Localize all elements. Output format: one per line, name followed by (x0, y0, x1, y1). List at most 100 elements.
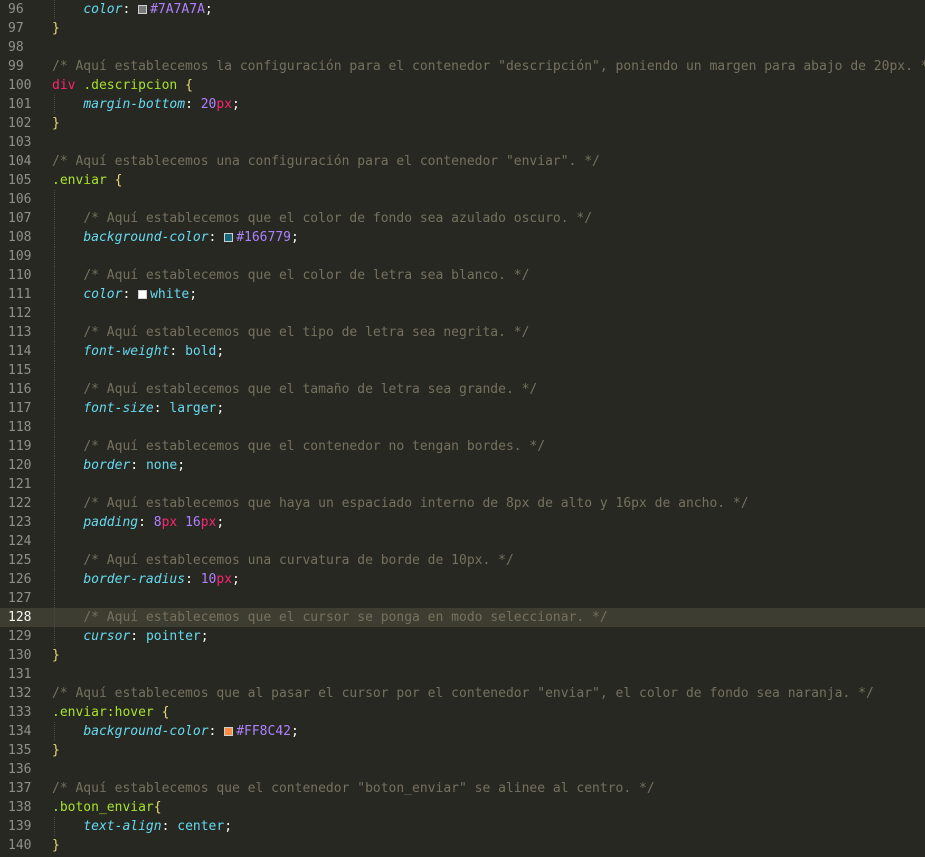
code-line[interactable]: 104 /* Aquí establecemos una configuració… (0, 152, 925, 171)
code-line[interactable]: 107 /* Aquí establecemos que el color de… (0, 209, 925, 228)
code-line[interactable]: 119 /* Aquí establecemos que el contened… (0, 437, 925, 456)
line-number: 109 (8, 249, 32, 264)
punctuation: ; (189, 287, 198, 302)
code-line[interactable]: 101 margin-bottom: 20px; (0, 95, 925, 114)
indent-guide (54, 475, 55, 494)
brace: } (52, 648, 60, 663)
code-text: /* Aquí establecemos una configuración p… (52, 152, 600, 171)
line-number: 130 (8, 648, 32, 663)
code-line[interactable]: 135} (0, 741, 925, 760)
css-property: background-color (83, 724, 209, 739)
indent-guide (54, 304, 55, 323)
code-line[interactable]: 103 (0, 133, 925, 152)
code-line[interactable]: 132 /* Aquí establecemos que al pasar el … (0, 684, 925, 703)
line-number: 100 (8, 78, 32, 93)
code-line[interactable]: 121 (0, 475, 925, 494)
code-line[interactable]: 137 /* Aquí establecemos que el contenedo… (0, 779, 925, 798)
line-number: 97 (8, 21, 24, 36)
code-line[interactable]: 114 font-weight: bold; (0, 342, 925, 361)
code-text: } (52, 114, 60, 133)
css-value: white (150, 287, 190, 302)
color-swatch[interactable] (138, 5, 148, 14)
line-number: 122 (8, 496, 32, 511)
code-line[interactable]: 115 (0, 361, 925, 380)
code-line[interactable]: 120 border: none; (0, 456, 925, 475)
code-line[interactable]: 134 background-color: #FF8C42; (0, 722, 925, 741)
code-line[interactable]: 129 cursor: pointer; (0, 627, 925, 646)
code-line[interactable]: 133 .enviar:hover { (0, 703, 925, 722)
code-line[interactable]: 113 /* Aquí establecemos que el tipo de … (0, 323, 925, 342)
code-comment: /* Aquí establecemos que el color de fon… (83, 211, 593, 226)
code-line[interactable]: 112 (0, 304, 925, 323)
code-line[interactable]: 111 color: white; (0, 285, 925, 304)
code-line[interactable]: 124 (0, 532, 925, 551)
punctuation: ; (232, 572, 240, 587)
line-number: 116 (8, 382, 32, 397)
code-editor[interactable]: 96 color: #7A7A7A; 97} 98 99/* Aquí estable… (0, 0, 925, 857)
code-line[interactable]: 106 (0, 190, 925, 209)
code-line[interactable]: 116 /* Aquí establecemos que el tamaño d… (0, 380, 925, 399)
code-text: /* Aquí establecemos que el contenedor n… (52, 437, 545, 456)
code-line[interactable]: 102} (0, 114, 925, 133)
code-line[interactable]: 130} (0, 646, 925, 665)
code-text: border: none; (52, 456, 185, 475)
code-line[interactable]: 118 (0, 418, 925, 437)
color-swatch[interactable] (224, 233, 234, 242)
code-line[interactable]: 99 /* Aquí establecemos la configuración … (0, 57, 925, 76)
css-property: border-radius (83, 572, 186, 587)
code-comment: /* Aquí establecemos que el tipo de letr… (83, 325, 530, 340)
code-line[interactable]: 127 (0, 589, 925, 608)
css-property: cursor (83, 629, 131, 644)
line-number: 102 (8, 116, 32, 131)
code-text: /* Aquí establecemos que haya un espacia… (52, 494, 748, 513)
code-line[interactable]: 139 text-align: center; (0, 817, 925, 836)
code-line[interactable]: 108 background-color: #166779; (0, 228, 925, 247)
punctuation: ; (200, 629, 209, 644)
code-line[interactable]: 138 .boton_enviar{ (0, 798, 925, 817)
code-line[interactable]: 140} (0, 836, 925, 855)
code-line[interactable]: 109 (0, 247, 925, 266)
code-comment: /* Aquí establecemos que el color de let… (83, 268, 530, 283)
code-line[interactable]: 125 /* Aquí establecemos una curvatura d… (0, 551, 925, 570)
css-property: text-align (83, 819, 162, 834)
code-line[interactable]: 105 .enviar { (0, 171, 925, 190)
code-line[interactable]: 100 div .descripcion { (0, 76, 925, 95)
code-text: color: white; (52, 285, 197, 304)
brace: } (52, 116, 60, 131)
line-number: 111 (8, 287, 32, 302)
hex-color: #FF8C42 (236, 724, 291, 739)
code-line[interactable]: 126 border-radius: 10px; (0, 570, 925, 589)
indent-guide (54, 418, 55, 437)
code-line[interactable]: 97} (0, 19, 925, 38)
code-line[interactable]: 122 /* Aquí establecemos que haya un esp… (0, 494, 925, 513)
code-line[interactable]: 128 /* Aquí establecemos que el cursor s… (0, 608, 925, 627)
code-text: /* Aquí establecemos que al pasar el cur… (52, 684, 874, 703)
line-number: 123 (8, 515, 32, 530)
color-swatch[interactable] (224, 727, 234, 736)
line-number: 132 (8, 686, 32, 701)
punctuation: ; (216, 344, 225, 359)
code-line[interactable]: 96 color: #7A7A7A; (0, 0, 925, 19)
css-selector: .boton_enviar (52, 800, 154, 815)
brace: { (114, 173, 123, 188)
code-line[interactable]: 131 (0, 665, 925, 684)
line-number: 106 (8, 192, 32, 207)
code-line[interactable]: 98 (0, 38, 925, 57)
line-number: 138 (8, 800, 32, 815)
color-swatch[interactable] (138, 290, 148, 299)
hex-color: #166779 (236, 230, 291, 245)
code-line[interactable]: 136 (0, 760, 925, 779)
code-text: padding: 8px 16px; (52, 513, 224, 532)
code-line[interactable]: 117 font-size: larger; (0, 399, 925, 418)
code-line[interactable]: 110 /* Aquí establecemos que el color de… (0, 266, 925, 285)
code-line[interactable]: 123 padding: 8px 16px; (0, 513, 925, 532)
